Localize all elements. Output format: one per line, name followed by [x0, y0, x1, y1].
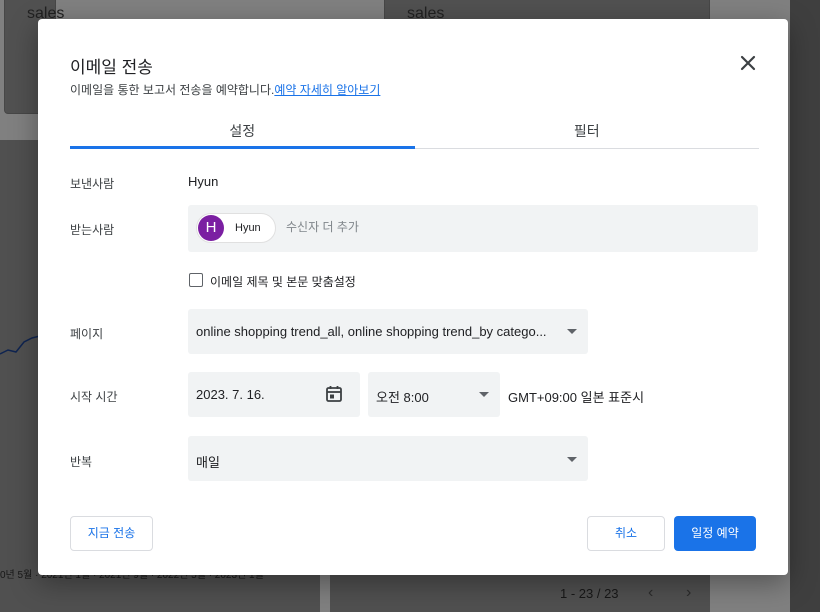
start-time-select[interactable]: 오전 8:00	[368, 372, 500, 417]
tab-filters[interactable]: 필터	[415, 115, 760, 148]
chevron-down-icon	[567, 329, 577, 334]
add-recipient-input[interactable]	[286, 220, 726, 234]
recipient-chip[interactable]: H Hyun	[196, 213, 276, 243]
pages-select[interactable]: online shopping trend_all, online shoppi…	[188, 309, 588, 354]
dialog-title: 이메일 전송	[70, 58, 153, 77]
start-time-label: 시작 시간	[70, 390, 118, 404]
cancel-button[interactable]: 취소	[587, 516, 665, 551]
close-button[interactable]	[736, 51, 760, 75]
pages-select-value: online shopping trend_all, online shoppi…	[196, 324, 547, 339]
start-date-value: 2023. 7. 16.	[196, 387, 265, 402]
repeat-select[interactable]: 매일	[188, 436, 588, 481]
avatar: H	[198, 215, 224, 241]
learn-more-link[interactable]: 예약 자세히 알아보기	[274, 83, 380, 97]
start-date-field[interactable]: 2023. 7. 16.	[188, 372, 360, 417]
recipients-label: 받는사람	[70, 223, 115, 237]
dialog-subtitle-text: 이메일을 통한 보고서 전송을 예약합니다.	[70, 83, 275, 97]
sender-value: Hyun	[188, 174, 219, 189]
email-schedule-dialog: 이메일 전송 이메일을 통한 보고서 전송을 예약합니다.예약 자세히 알아보기…	[38, 19, 788, 575]
tab-settings[interactable]: 설정	[70, 115, 415, 149]
timezone-text: GMT+09:00 일본 표준시	[508, 390, 645, 405]
close-icon	[740, 55, 756, 71]
repeat-select-value: 매일	[196, 455, 220, 470]
chevron-down-icon	[479, 392, 489, 397]
dialog-subtitle: 이메일을 통한 보고서 전송을 예약합니다.예약 자세히 알아보기	[70, 81, 380, 98]
repeat-label: 반복	[70, 455, 93, 469]
tab-bar: 설정 필터	[70, 115, 759, 149]
calendar-icon[interactable]	[324, 384, 344, 404]
recipients-field[interactable]: H Hyun	[188, 205, 758, 252]
customize-email-label: 이메일 제목 및 본문 맞춤설정	[210, 275, 356, 289]
schedule-button[interactable]: 일정 예약	[674, 516, 756, 551]
sender-label: 보낸사람	[70, 177, 115, 191]
chevron-down-icon	[567, 457, 577, 462]
send-now-button[interactable]: 지금 전송	[70, 516, 153, 551]
start-time-value: 오전 8:00	[376, 390, 429, 405]
recipient-chip-name: Hyun	[235, 222, 261, 234]
customize-email-checkbox[interactable]	[189, 273, 203, 287]
pages-label: 페이지	[70, 327, 104, 341]
